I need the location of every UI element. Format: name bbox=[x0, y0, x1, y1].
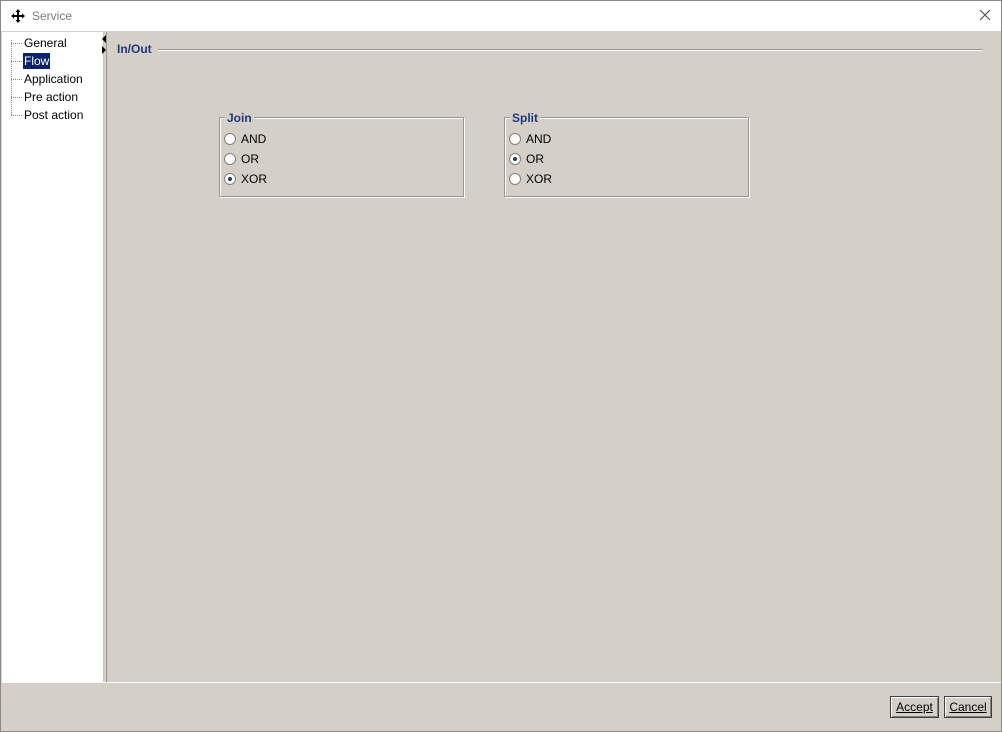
title-bar[interactable]: Service bbox=[1, 1, 1001, 31]
accept-button[interactable]: Accept bbox=[890, 696, 939, 718]
radio-label: XOR bbox=[526, 172, 553, 186]
radio-label: AND bbox=[526, 132, 552, 146]
join-legend: Join bbox=[225, 111, 254, 125]
radio-button[interactable] bbox=[224, 153, 236, 165]
expand-right-icon[interactable] bbox=[102, 46, 106, 54]
content-panel: In/Out Join AND OR XOR Split AND OR XOR bbox=[108, 32, 1001, 682]
tree-item-label: Pre action bbox=[24, 90, 79, 104]
tree-branch-line bbox=[11, 61, 22, 62]
join-group: Join AND OR XOR bbox=[219, 111, 464, 197]
tree-item-label: Flow bbox=[23, 53, 51, 69]
collapse-left-icon[interactable] bbox=[102, 35, 106, 43]
split-group: Split AND OR XOR bbox=[504, 111, 749, 197]
navigation-tree: General Flow Application Pre action Post… bbox=[2, 32, 104, 682]
radio-button[interactable] bbox=[509, 173, 521, 185]
radio-button[interactable] bbox=[224, 133, 236, 145]
section-title: In/Out bbox=[117, 42, 152, 56]
tree-branch-line bbox=[11, 115, 22, 116]
tree-connector-line bbox=[11, 40, 12, 115]
tree-item-label: Application bbox=[24, 72, 83, 86]
radio-button-checked[interactable] bbox=[509, 153, 521, 165]
section-separator bbox=[158, 49, 983, 51]
close-icon[interactable] bbox=[977, 7, 993, 23]
tree-branch-line bbox=[11, 43, 22, 44]
radio-label: OR bbox=[526, 152, 544, 166]
cancel-button[interactable]: Cancel bbox=[944, 696, 992, 718]
radio-label: XOR bbox=[241, 172, 268, 186]
window-title: Service bbox=[32, 9, 73, 23]
tree-branch-line bbox=[11, 97, 22, 98]
pane-splitter[interactable] bbox=[102, 32, 107, 682]
split-legend: Split bbox=[510, 111, 540, 125]
button-bar: Accept Cancel bbox=[2, 682, 1001, 731]
tree-item-label: Post action bbox=[24, 108, 84, 122]
radio-button[interactable] bbox=[509, 133, 521, 145]
radio-label: AND bbox=[241, 132, 267, 146]
move-cross-icon bbox=[11, 9, 25, 23]
dialog-window: Service General Flow Application Pre act… bbox=[0, 0, 1002, 732]
tree-item-label: General bbox=[24, 36, 67, 50]
radio-label: OR bbox=[241, 152, 259, 166]
radio-button-checked[interactable] bbox=[224, 173, 236, 185]
tree-branch-line bbox=[11, 79, 22, 80]
